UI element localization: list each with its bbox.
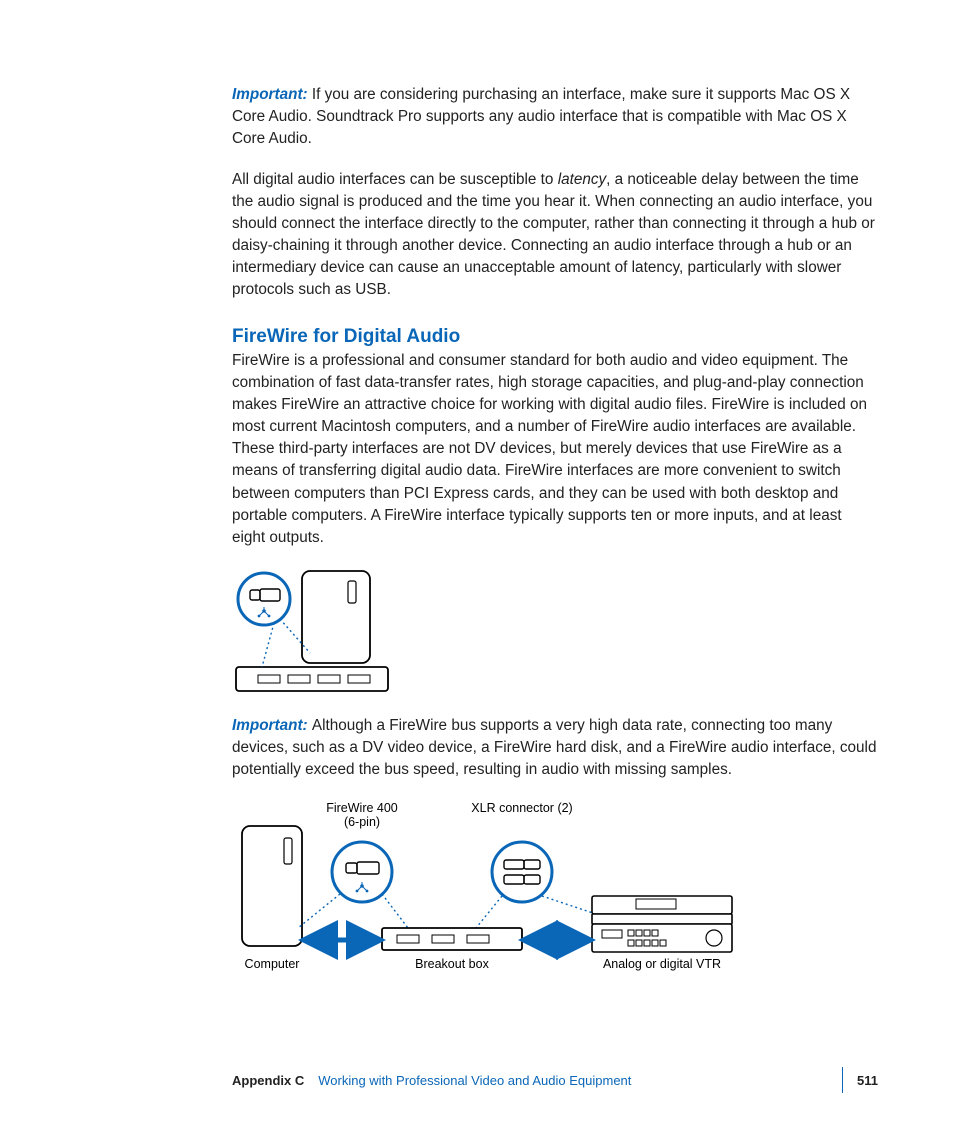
- footer-page-number: 511: [857, 1073, 878, 1088]
- footer-title: Working with Professional Video and Audi…: [318, 1073, 828, 1088]
- signal-chain-svg: FireWire 400 (6-pin) XLR connector (2) C…: [232, 800, 752, 980]
- para2-post: , a noticeable delay between the time th…: [232, 171, 875, 299]
- caption-vtr: Analog or digital VTR: [603, 957, 721, 971]
- section-heading: FireWire for Digital Audio: [232, 326, 878, 348]
- important-text-2: Although a FireWire bus supports a very …: [232, 717, 876, 778]
- xlr-label: XLR connector (2): [471, 801, 572, 815]
- para2-pre: All digital audio interfaces can be susc…: [232, 171, 558, 188]
- important-paragraph-2: Important: Although a FireWire bus suppo…: [232, 715, 878, 782]
- firewire-paragraph: FireWire is a professional and consumer …: [232, 350, 878, 550]
- firewire-tower-svg: [232, 567, 392, 697]
- fw400-line1: FireWire 400: [326, 801, 398, 815]
- latency-term: latency: [558, 171, 606, 188]
- footer-appendix: Appendix C: [232, 1073, 304, 1088]
- important-paragraph-1: Important: If you are considering purcha…: [232, 84, 878, 151]
- caption-computer: Computer: [245, 957, 300, 971]
- latency-paragraph: All digital audio interfaces can be susc…: [232, 169, 878, 302]
- figure-signal-chain: FireWire 400 (6-pin) XLR connector (2) C…: [232, 800, 878, 980]
- page-footer: Appendix C Working with Professional Vid…: [232, 1061, 878, 1093]
- important-label-2: Important:: [232, 717, 312, 734]
- fw400-line2: (6-pin): [344, 815, 380, 829]
- important-label: Important:: [232, 86, 312, 103]
- important-text: If you are considering purchasing an int…: [232, 86, 850, 147]
- caption-breakout: Breakout box: [415, 957, 489, 971]
- figure-firewire-tower: [232, 567, 878, 697]
- footer-separator: [842, 1067, 843, 1093]
